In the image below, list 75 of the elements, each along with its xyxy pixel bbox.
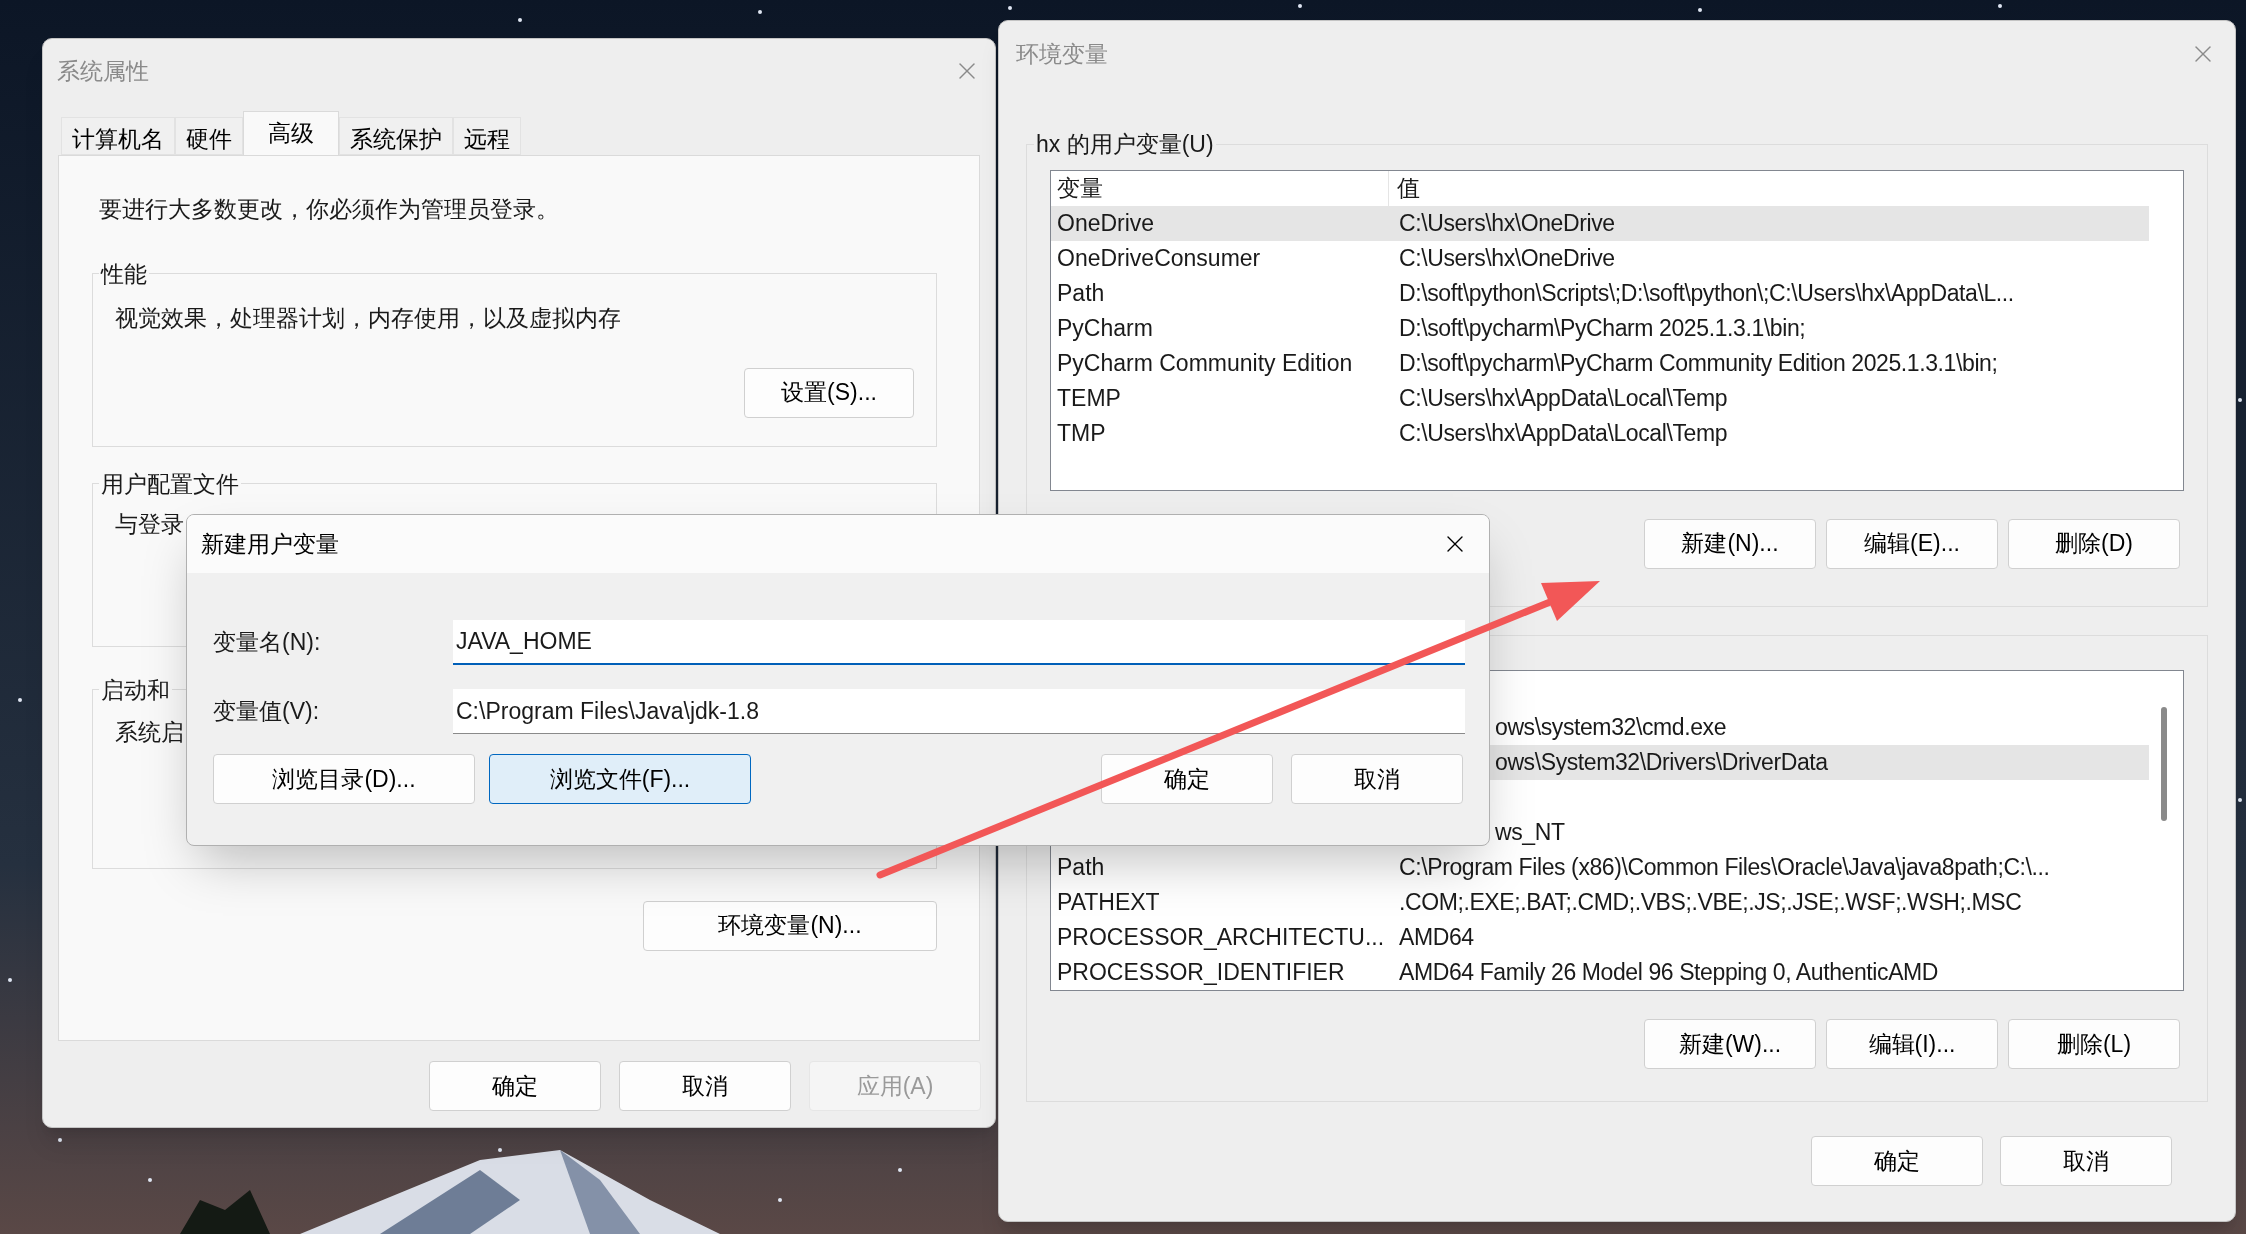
dialog-button[interactable]: 删除(D) [2008,518,2180,569]
list-row[interactable]: PyCharm D:\soft\pycharm\PyCharm 2025.1.3.1\bin; [1051,310,2149,346]
scrollbar-thumb[interactable] [2161,707,2167,821]
table-cell-text: OneDrive [1056,208,1156,238]
input-field[interactable]: JAVA_HOME [453,620,1465,665]
table-cell-text: AMD64 [1398,923,1474,953]
input-field[interactable]: C:\Program Files\Java\jdk-1.8 [453,689,1465,734]
table-cell-text: D:\soft\pycharm\PyCharm Community Edition 2025.1.3.1\bin; [1398,348,1998,378]
tab[interactable]: 系统保护 [339,117,453,155]
dialog-button[interactable]: 设置(S)... [744,367,914,418]
table-cell-text: PROCESSOR_ARCHITECTU... [1056,923,1386,953]
group-label: 性能 [99,259,148,289]
table-cell-text: C:\Program Files (x86)\Common Files\Oracle\Java\java8path;C:\... [1398,853,2050,883]
table-cell-text: AMD64 Family 26 Model 96 Stepping 0, AuthenticAMD [1398,958,1939,988]
list-row[interactable]: TMP C:\Users\hx\AppData\Local\Temp [1051,415,2149,451]
list-row[interactable]: PROCESSOR_ARCHITECTU... AMD64 [1051,920,2149,955]
table-cell-text: TEMP [1056,383,1122,413]
dialog-button[interactable]: 新建(N)... [1644,518,1816,569]
table-cell-text: TMP [1056,418,1107,448]
list-row[interactable]: PATHEXT .COM;.EXE;.BAT;.CMD;.VBS;.VBE;.JS;.JSE;.WSF;.WSH;.MSC [1051,885,2149,920]
window-title: 环境变量 [1016,39,1108,69]
dialog-button[interactable]: 浏览文件(F)... [489,754,751,804]
list-row[interactable]: PROCESSOR_IDENTIFIER AMD64 Family 26 Model 96 Stepping 0, AuthenticAMD [1051,955,2149,990]
list-row[interactable]: PyCharm Community Edition D:\soft\pycharm\PyCharm Community Edition 2025.1.3.1\bin; [1051,345,2149,381]
dialog-button[interactable]: 确定 [1101,754,1273,804]
list-row[interactable]: Path C:\Program Files (x86)\Common Files\Oracle\Java\java8path;C:\... [1051,850,2149,885]
table-cell-text: PATHEXT [1056,888,1161,918]
list-row[interactable]: OneDriveConsumer C:\Users\hx\OneDrive [1051,240,2149,276]
dialog-button[interactable]: 编辑(I)... [1826,1019,1998,1069]
list-row[interactable]: OneDrive C:\Users\hx\OneDrive [1051,205,2149,241]
dialog-button[interactable]: 确定 [1811,1136,1983,1186]
column-header[interactable]: 变量 [1051,170,1389,206]
table-cell-text: PyCharm [1056,313,1154,343]
dialog-button[interactable]: 编辑(E)... [1826,518,1998,569]
group-description: 与登录 [115,510,185,539]
column-header[interactable]: 值 [1389,170,2149,206]
table-cell-text: C:\Users\hx\AppData\Local\Temp [1398,418,1728,448]
group-label: 用户配置文件 [100,469,240,499]
table-cell-text: Path [1056,278,1106,308]
dialog-button[interactable]: 删除(L) [2008,1019,2180,1069]
table-cell-text: Path [1056,853,1106,883]
table-cell-text: D:\soft\python\Scripts\;D:\soft\python\;C:\Users\hx\AppData\L... [1398,278,2014,308]
notice-text: 要进行大多数更改，你必须作为管理员登录。 [99,195,560,224]
table-cell-text: PROCESSOR_IDENTIFIER [1056,958,1346,988]
field-label: 变量名(N): [212,628,322,658]
dialog-button[interactable]: 取消 [619,1061,791,1111]
dialog-button[interactable]: 确定 [429,1061,601,1111]
group-description: 系统启 [115,718,185,747]
list-row[interactable]: Path D:\soft\python\Scripts\;D:\soft\python\;C:\Users\hx\AppData\L... [1051,275,2149,311]
group-label: hx 的用户变量(U) [1035,130,1215,159]
dialog-button[interactable]: 浏览目录(D)... [213,754,475,804]
window-title: 新建用户变量 [201,529,339,559]
dialog-button[interactable]: 环境变量(N)... [643,900,937,951]
tab[interactable]: 远程 [453,117,521,155]
table-cell-text: OneDriveConsumer [1056,243,1262,273]
table-cell-text: D:\soft\pycharm\PyCharm 2025.1.3.1\bin; [1398,313,1806,343]
dialog-button[interactable]: 取消 [1291,754,1463,804]
table-cell-text: C:\Users\hx\OneDrive [1398,208,1615,238]
list-row[interactable]: TEMP C:\Users\hx\AppData\Local\Temp [1051,380,2149,416]
table-cell-text: C:\Users\hx\AppData\Local\Temp [1398,383,1728,413]
field-label: 变量值(V): [212,697,321,727]
table-cell-text: PyCharm Community Edition [1056,348,1354,378]
table-cell-text: ws_NT [1495,818,1565,848]
dialog-button[interactable]: 新建(W)... [1644,1019,1816,1069]
group-label: 启动和 [100,675,171,705]
tab[interactable]: 高级 [243,111,339,155]
table-cell-text: ows\system32\cmd.exe [1495,713,1727,743]
tab[interactable]: 硬件 [175,117,243,155]
table-cell-text: .COM;.EXE;.BAT;.CMD;.VBS;.VBE;.JS;.JSE;.WSF;.WSH;.MSC [1398,888,2022,918]
window-title: 系统属性 [57,56,149,86]
tab[interactable]: 计算机名 [61,117,175,155]
table-cell-text: C:\Users\hx\OneDrive [1398,243,1615,273]
table-cell-text: ows\System32\Drivers\DriverData [1495,748,1828,778]
dialog-button[interactable]: 取消 [2000,1136,2172,1186]
group-description: 视觉效果，处理器计划，内存使用，以及虚拟内存 [115,304,622,333]
